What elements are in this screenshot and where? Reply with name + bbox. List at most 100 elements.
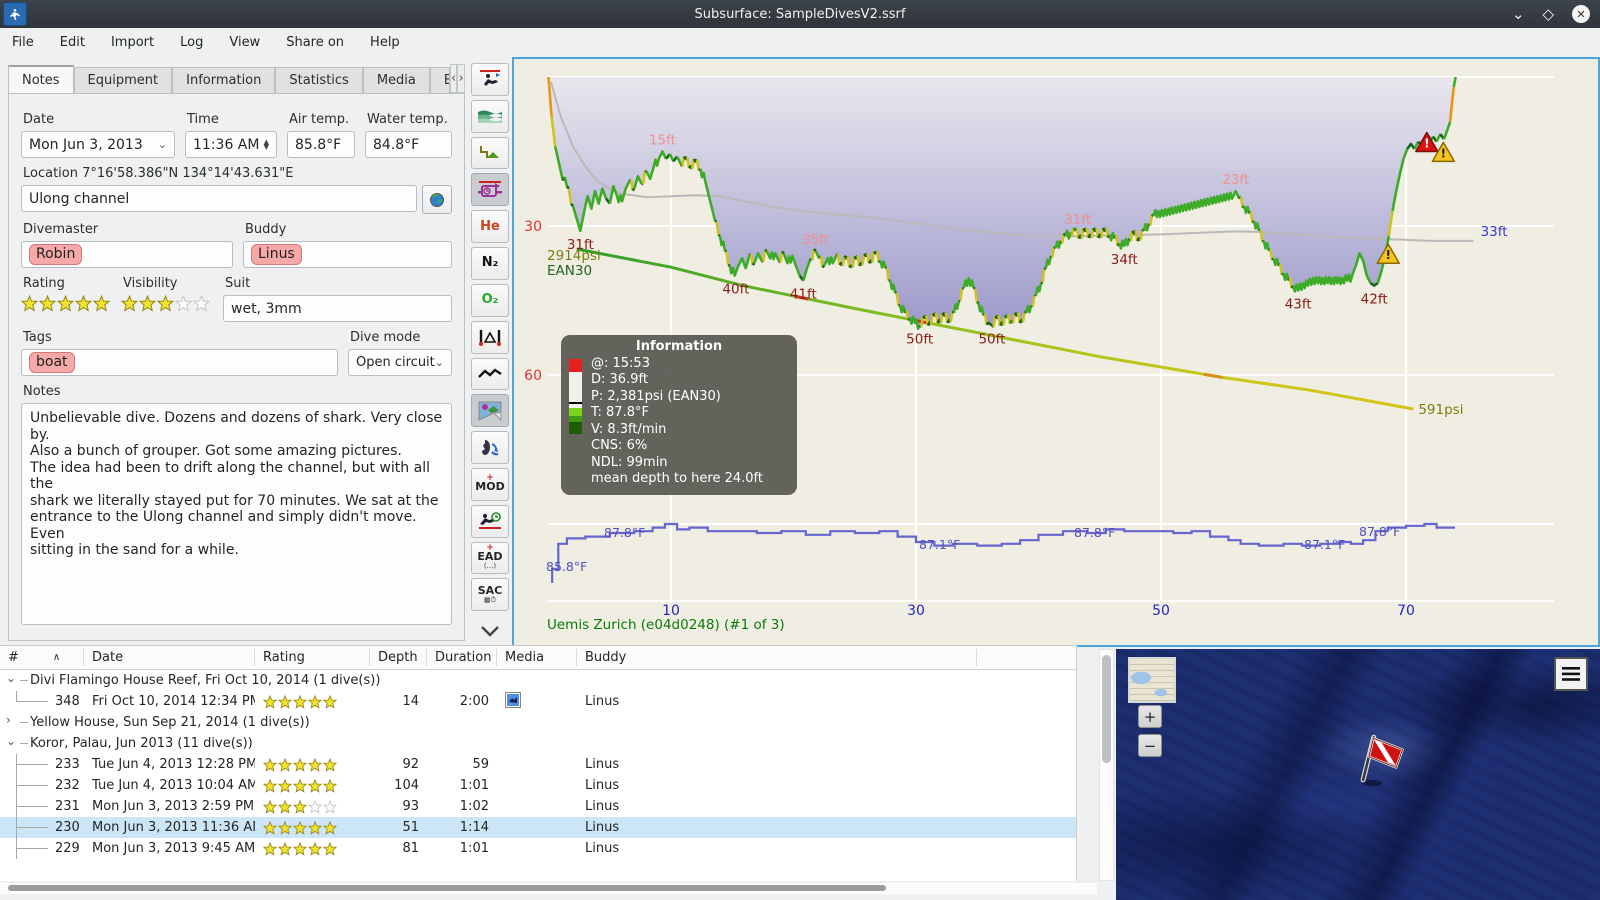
date-combobox[interactable]: Mon Jun 3, 2013 ⌄ [21,131,175,158]
nitrogen-graph-icon[interactable]: N₂ [471,247,509,280]
trip-row[interactable]: › Yellow House, Sun Sep 21, 2014 (1 dive(… [0,712,1076,733]
tag-chip[interactable]: boat [29,352,75,373]
svg-text:87.1°F: 87.1°F [919,537,960,552]
tab-information[interactable]: Information [172,67,276,93]
dive-rating-stars [255,694,370,709]
minimize-button[interactable]: ⌄ [1512,6,1525,22]
suit-field[interactable]: wet, 3mm [223,295,452,322]
menu-share-on[interactable]: Share on [286,35,344,50]
dive-row[interactable]: 231 Mon Jun 3, 2013 2:59 PM 93 1:02 Linus [0,796,1076,817]
column-header-rating[interactable]: Rating [255,649,370,666]
collapse-icon[interactable]: ⌄ [6,734,20,748]
menu-edit[interactable]: Edit [60,35,85,50]
menu-import[interactable]: Import [111,35,154,50]
column-header-buddy[interactable]: Buddy [577,649,977,666]
divemaster-field[interactable]: Robin [21,241,233,268]
dive-row[interactable]: 229 Mon Jun 3, 2013 9:45 AM 81 1:01 Linus [0,838,1076,859]
menu-help[interactable]: Help [370,35,400,50]
column-header-media[interactable]: Media [497,649,577,666]
trip-row[interactable]: ⌄ Koror, Palau, Jun 2013 (11 dive(s)) [0,733,1076,754]
close-button[interactable]: ✕ [1572,5,1590,23]
svg-text:60: 60 [524,368,542,384]
rating-stars[interactable] [21,295,111,312]
menu-log[interactable]: Log [180,35,203,50]
column-header-depth[interactable]: Depth [370,649,427,666]
svg-text:43ft: 43ft [1285,297,1312,313]
trip-row[interactable]: ⌄ Divi Flamingo House Reef, Fri Oct 10, 2… [0,670,1076,691]
dive-profile-panel[interactable]: 10 30 50 70 30 60 31ft 15ft 40ft 41ft 35ft 50ft 50ft… [512,57,1600,647]
calculated-ceiling-icon[interactable] [471,136,509,170]
airtemp-field[interactable]: 85.8°F [287,131,355,158]
dive-row[interactable]: 230 Mon Jun 3, 2013 11:36 AM 51 1:14 Linus [0,817,1076,838]
dive-rating-stars [255,799,370,814]
tab-media[interactable]: Media [362,67,430,93]
profile-toolbar: He N₂ O₂ + MOD + EAD (...) SAC ▦⏱ [468,60,512,646]
spinner-arrows-icon[interactable]: ▲ ▼ [264,138,269,150]
tab-equipment[interactable]: Equipment [73,67,173,93]
tab-scroll-prev[interactable]: ‹ [449,64,458,93]
maximize-button[interactable]: ◇ [1542,6,1554,22]
show-photos-icon[interactable] [471,394,509,428]
globe-button[interactable] [422,185,452,214]
svg-text:2914psi: 2914psi [547,248,601,264]
column-header-duration[interactable]: Duration [427,649,497,666]
notes-textarea[interactable]: Unbelievable dive. Dozens and dozens of … [21,403,452,625]
water-salinity-icon[interactable] [471,99,509,133]
tab-statistics[interactable]: Statistics [275,67,363,93]
svg-text:50ft: 50ft [906,331,933,347]
info-line: mean depth to here 24.0ft [591,471,763,486]
column-header-date[interactable]: Date [84,649,255,666]
map-zoom-in-button[interactable]: + [1138,705,1162,728]
time-spinbox[interactable]: 11:36 AM ▲ ▼ [185,131,277,158]
trip-label: Koror, Palau, Jun 2013 (11 dive(s)) [30,736,253,751]
mod-icon[interactable]: + MOD [471,467,509,501]
buddy-field[interactable]: Linus [243,241,452,268]
tissues-graph-icon[interactable] [471,357,509,391]
dive-buddy: Linus [585,694,620,709]
tab-e[interactable]: E [429,67,450,93]
divemaster-label: Divemaster [23,222,99,237]
map-menu-button[interactable] [1554,657,1588,691]
visibility-stars[interactable] [121,295,213,312]
info-line: P: 2,381psi (EAN30) [591,388,721,404]
dive-row[interactable]: 233 Tue Jun 4, 2013 12:28 PM 92 59 Linus [0,754,1076,775]
helium-graph-icon[interactable]: He [471,210,509,244]
dive-duration: 1:01 [459,841,489,856]
dive-row[interactable]: 348 Fri Oct 10, 2014 12:34 PM 14 2:00 Linus [0,691,1076,712]
toolbar-scroll-down-icon[interactable] [472,615,508,646]
dive-list-vertical-scrollbar[interactable] [1099,649,1114,881]
scrollbar-thumb[interactable] [8,885,886,891]
menu-view[interactable]: View [229,35,260,50]
collapse-icon[interactable]: ⌄ [6,671,20,685]
dive-computer-ceiling-icon[interactable] [471,173,509,207]
map-zoom-out-button[interactable]: − [1138,734,1162,757]
menu-file[interactable]: File [12,35,34,50]
sac-rate-icon[interactable]: SAC ▦⏱ [471,578,509,612]
dive-list-horizontal-scrollbar[interactable] [0,883,1097,894]
dive-site-map[interactable]: + − [1116,649,1600,900]
tags-field[interactable]: boat [21,349,338,376]
divemaster-tag[interactable]: Robin [29,244,83,265]
watertemp-label: Water temp. [367,112,448,127]
expand-icon[interactable]: › [6,713,20,727]
buddy-tag[interactable]: Linus [251,244,302,265]
dive-depth: 81 [402,841,419,856]
watertemp-field[interactable]: 84.8°F [365,131,452,158]
column-header-num[interactable]: # ∧ [0,649,84,666]
dive-list-header[interactable]: # ∧ Date Rating Depth Duration Media Buddy [0,646,1076,670]
dive-flag-marker[interactable] [1354,731,1410,793]
ruler-icon[interactable] [471,320,509,354]
dive-row[interactable]: 232 Tue Jun 4, 2013 10:04 AM 104 1:01 Linus [0,775,1076,796]
gas-switch-icon[interactable] [471,431,509,464]
dive-events-icon[interactable] [471,63,509,96]
oxygen-graph-icon[interactable]: O₂ [471,283,509,317]
divemode-combobox[interactable]: Open circuit ⌄ [348,349,452,376]
tab-notes[interactable]: Notes [8,65,74,93]
tab-scroll-next[interactable]: › [457,64,465,93]
dive-rating-stars [255,778,370,793]
ndl-tts-icon[interactable] [471,504,509,538]
scrollbar-thumb[interactable] [1102,655,1111,763]
ead-icon[interactable]: + EAD (...) [471,541,509,575]
location-field[interactable]: Ulong channel [21,185,417,212]
map-type-selector[interactable] [1128,657,1176,703]
